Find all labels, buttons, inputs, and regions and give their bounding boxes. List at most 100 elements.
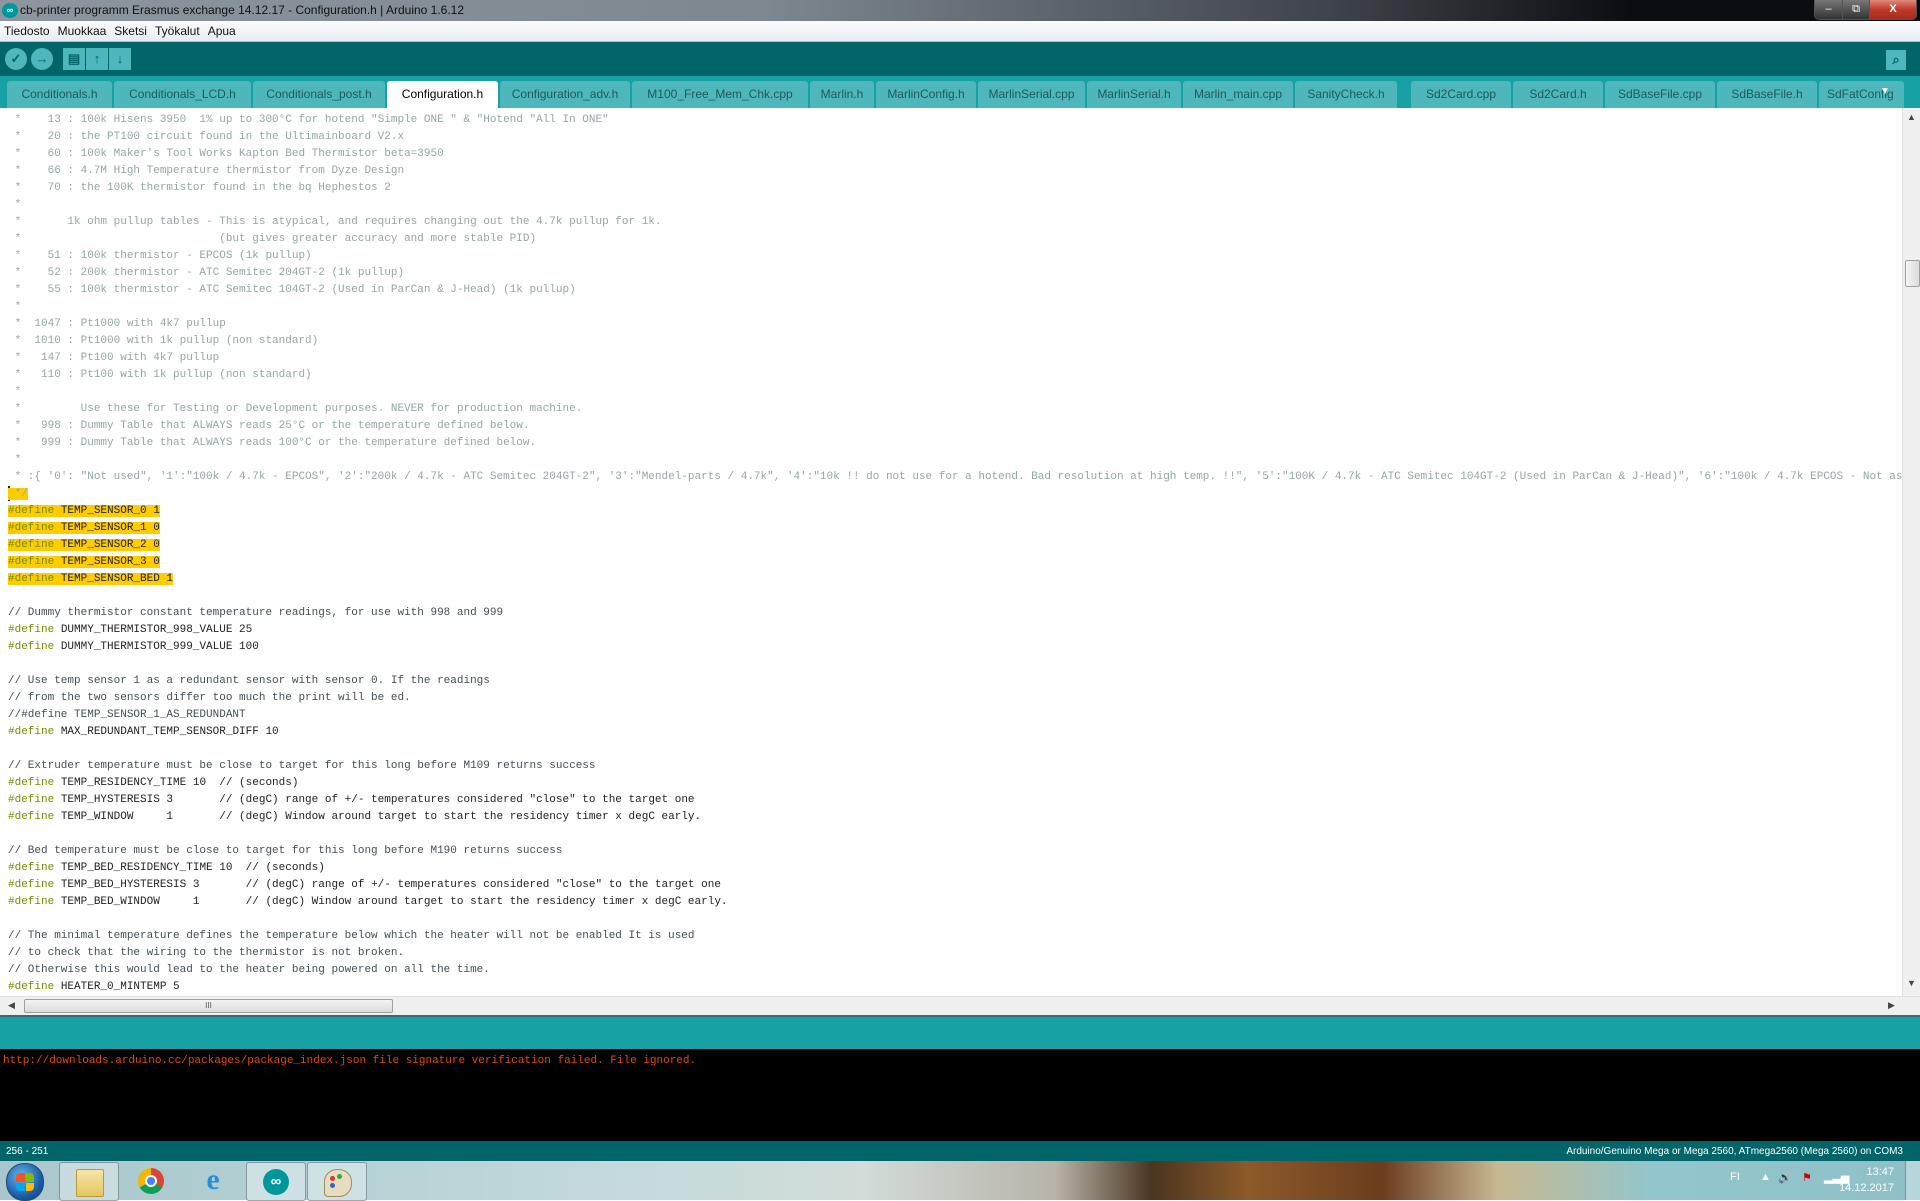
tab-conditionals-h[interactable]: Conditionals.h [7,81,112,108]
serial-monitor-button[interactable]: ⌕ [1886,50,1906,70]
horizontal-scrollbar[interactable]: ◀ III ▶ [0,996,1920,1015]
code-line[interactable]: * 110 : Pt100 with 1k pullup (non standa… [8,367,1902,384]
show-desktop-button[interactable] [1905,1161,1920,1200]
code-line[interactable]: * 20 : the PT100 circuit found in the Ul… [8,129,1902,146]
tab-m100-free-mem-chk-cpp[interactable]: M100_Free_Mem_Chk.cpp [632,81,808,108]
code-line[interactable]: #define TEMP_BED_RESIDENCY_TIME 10 // (s… [8,860,1902,877]
language-indicator[interactable]: FI [1730,1171,1740,1183]
tab-conditionals-post-h[interactable]: Conditionals_post.h [253,81,385,108]
tab-marlin-h[interactable]: Marlin.h [810,81,874,108]
code-line[interactable]: * 999 : Dummy Table that ALWAYS reads 10… [8,435,1902,452]
menu-help[interactable]: Apua [204,21,240,38]
code-line[interactable]: * [8,299,1902,316]
tab-marlinserial-h[interactable]: MarlinSerial.h [1087,81,1181,108]
code-line[interactable]: * 52 : 200k thermistor - ATC Semitec 204… [8,265,1902,282]
code-line[interactable]: #define TEMP_WINDOW 1 // (degC) Window a… [8,809,1902,826]
code-line[interactable]: * 998 : Dummy Table that ALWAYS reads 25… [8,418,1902,435]
code-line[interactable]: #define DUMMY_THERMISTOR_998_VALUE 25 [8,622,1902,639]
code-line[interactable]: * 147 : Pt100 with 4k7 pullup [8,350,1902,367]
menu-tools[interactable]: Työkalut [151,21,204,38]
code-line[interactable]: * 1k ohm pullup tables - This is atypica… [8,214,1902,231]
new-sketch-button[interactable]: ▤ [63,48,85,70]
start-button[interactable] [6,1163,44,1201]
vertical-scrollbar[interactable]: ▲ ▼ [1902,108,1920,996]
code-line[interactable]: * 70 : the 100K thermistor found in the … [8,180,1902,197]
scroll-left-arrow-icon[interactable]: ◀ [8,1000,15,1011]
save-button[interactable]: ↓ [109,48,131,70]
code-line[interactable]: * 55 : 100k thermistor - ATC Semitec 104… [8,282,1902,299]
volume-icon[interactable]: 🔊 [1778,1171,1792,1184]
code-line[interactable]: // to check that the wiring to the therm… [8,945,1902,962]
tab-sdbasefile-h[interactable]: SdBaseFile.h [1717,81,1817,108]
window-title-bar[interactable]: ∞ cb-printer programm Erasmus exchange 1… [0,0,1920,21]
tab-sdbasefile-cpp[interactable]: SdBaseFile.cpp [1605,81,1715,108]
taskbar-arduino[interactable]: ∞ [246,1162,306,1201]
code-line[interactable]: // from the two sensors differ too much … [8,690,1902,707]
code-line[interactable]: */ [8,486,1902,503]
code-line[interactable]: * [8,384,1902,401]
code-editor[interactable]: * 13 : 100k Hisens 3950 1% up to 300°C f… [0,108,1902,996]
code-line[interactable]: * 1047 : Pt1000 with 4k7 pullup [8,316,1902,333]
close-button[interactable]: X [1870,0,1916,19]
taskbar-file-explorer[interactable] [59,1162,119,1201]
code-line[interactable]: #define TEMP_BED_HYSTERESIS 3 // (degC) … [8,877,1902,894]
scroll-right-arrow-icon[interactable]: ▶ [1888,1000,1895,1011]
show-hidden-icons-icon[interactable]: ▲ [1760,1171,1771,1183]
code-line[interactable] [8,656,1902,673]
code-line[interactable] [8,741,1902,758]
code-line[interactable]: #define TEMP_SENSOR_0 1 [8,503,1902,520]
upload-button[interactable]: → [31,48,53,70]
code-line[interactable]: #define TEMP_BED_WINDOW 1 // (degC) Wind… [8,894,1902,911]
menu-sketch[interactable]: Sketsi [110,21,151,38]
code-line[interactable]: // Otherwise this would lead to the heat… [8,962,1902,979]
code-line[interactable]: #define TEMP_SENSOR_1 0 [8,520,1902,537]
menu-edit[interactable]: Muokkaa [54,21,111,38]
code-line[interactable] [8,911,1902,928]
code-line[interactable]: #define TEMP_RESIDENCY_TIME 10 // (secon… [8,775,1902,792]
code-line[interactable]: // The minimal temperature defines the t… [8,928,1902,945]
tab-marlinserial-cpp[interactable]: MarlinSerial.cpp [978,81,1085,108]
tab-marlin-main-cpp[interactable]: Marlin_main.cpp [1183,81,1293,108]
maximize-button[interactable]: ⧉ [1843,0,1870,19]
taskbar-chrome[interactable] [122,1162,180,1199]
code-line[interactable]: // Use temp sensor 1 as a redundant sens… [8,673,1902,690]
code-line[interactable]: #define TEMP_HYSTERESIS 3 // (degC) rang… [8,792,1902,809]
tab-conditionals-lcd-h[interactable]: Conditionals_LCD.h [114,81,251,108]
code-line[interactable]: // Dummy thermistor constant temperature… [8,605,1902,622]
scroll-down-arrow-icon[interactable]: ▼ [1907,978,1916,988]
code-line[interactable]: #define MAX_REDUNDANT_TEMP_SENSOR_DIFF 1… [8,724,1902,741]
code-line[interactable]: #define TEMP_SENSOR_BED 1 [8,571,1902,588]
code-line[interactable]: #define DUMMY_THERMISTOR_999_VALUE 100 [8,639,1902,656]
code-line[interactable] [8,826,1902,843]
tab-configuration-adv-h[interactable]: Configuration_adv.h [500,81,630,108]
code-line[interactable]: * 1010 : Pt1000 with 1k pullup (non stan… [8,333,1902,350]
code-line[interactable]: * :{ '0': "Not used", '1':"100k / 4.7k -… [8,469,1902,486]
code-line[interactable]: #define HEATER_0_MINTEMP 5 [8,979,1902,996]
taskbar-internet-explorer[interactable]: e [184,1162,242,1199]
code-lines[interactable]: * 13 : 100k Hisens 3950 1% up to 300°C f… [8,112,1902,996]
code-line[interactable]: #define TEMP_SENSOR_3 0 [8,554,1902,571]
tab-sd2card-h[interactable]: Sd2Card.h [1513,81,1603,108]
code-line[interactable]: * 60 : 100k Maker's Tool Works Kapton Be… [8,146,1902,163]
action-center-flag-icon[interactable]: ⚑ [1802,1171,1812,1184]
code-line[interactable]: //#define TEMP_SENSOR_1_AS_REDUNDANT [8,707,1902,724]
taskbar-paint[interactable] [307,1162,367,1201]
code-line[interactable]: * [8,197,1902,214]
vertical-scroll-thumb[interactable] [1905,260,1920,287]
tab-marlinconfig-h[interactable]: MarlinConfig.h [876,81,976,108]
code-line[interactable]: #define TEMP_SENSOR_2 0 [8,537,1902,554]
code-line[interactable]: * [8,452,1902,469]
code-line[interactable]: * Use these for Testing or Development p… [8,401,1902,418]
verify-button[interactable]: ✓ [5,48,27,70]
code-line[interactable]: * 13 : 100k Hisens 3950 1% up to 300°C f… [8,112,1902,129]
scroll-up-arrow-icon[interactable]: ▲ [1907,112,1916,122]
minimize-button[interactable]: – [1815,0,1843,19]
menu-file[interactable]: Tiedosto [0,21,54,38]
open-button[interactable]: ↑ [86,48,108,70]
horizontal-scroll-thumb[interactable]: III [24,999,393,1013]
clock[interactable]: 13:47 14.12.2017 [1834,1164,1894,1196]
code-line[interactable]: // Bed temperature must be close to targ… [8,843,1902,860]
code-line[interactable]: * 66 : 4.7M High Temperature thermistor … [8,163,1902,180]
tab-configuration-h[interactable]: Configuration.h [387,81,498,108]
code-line[interactable]: // Extruder temperature must be close to… [8,758,1902,775]
